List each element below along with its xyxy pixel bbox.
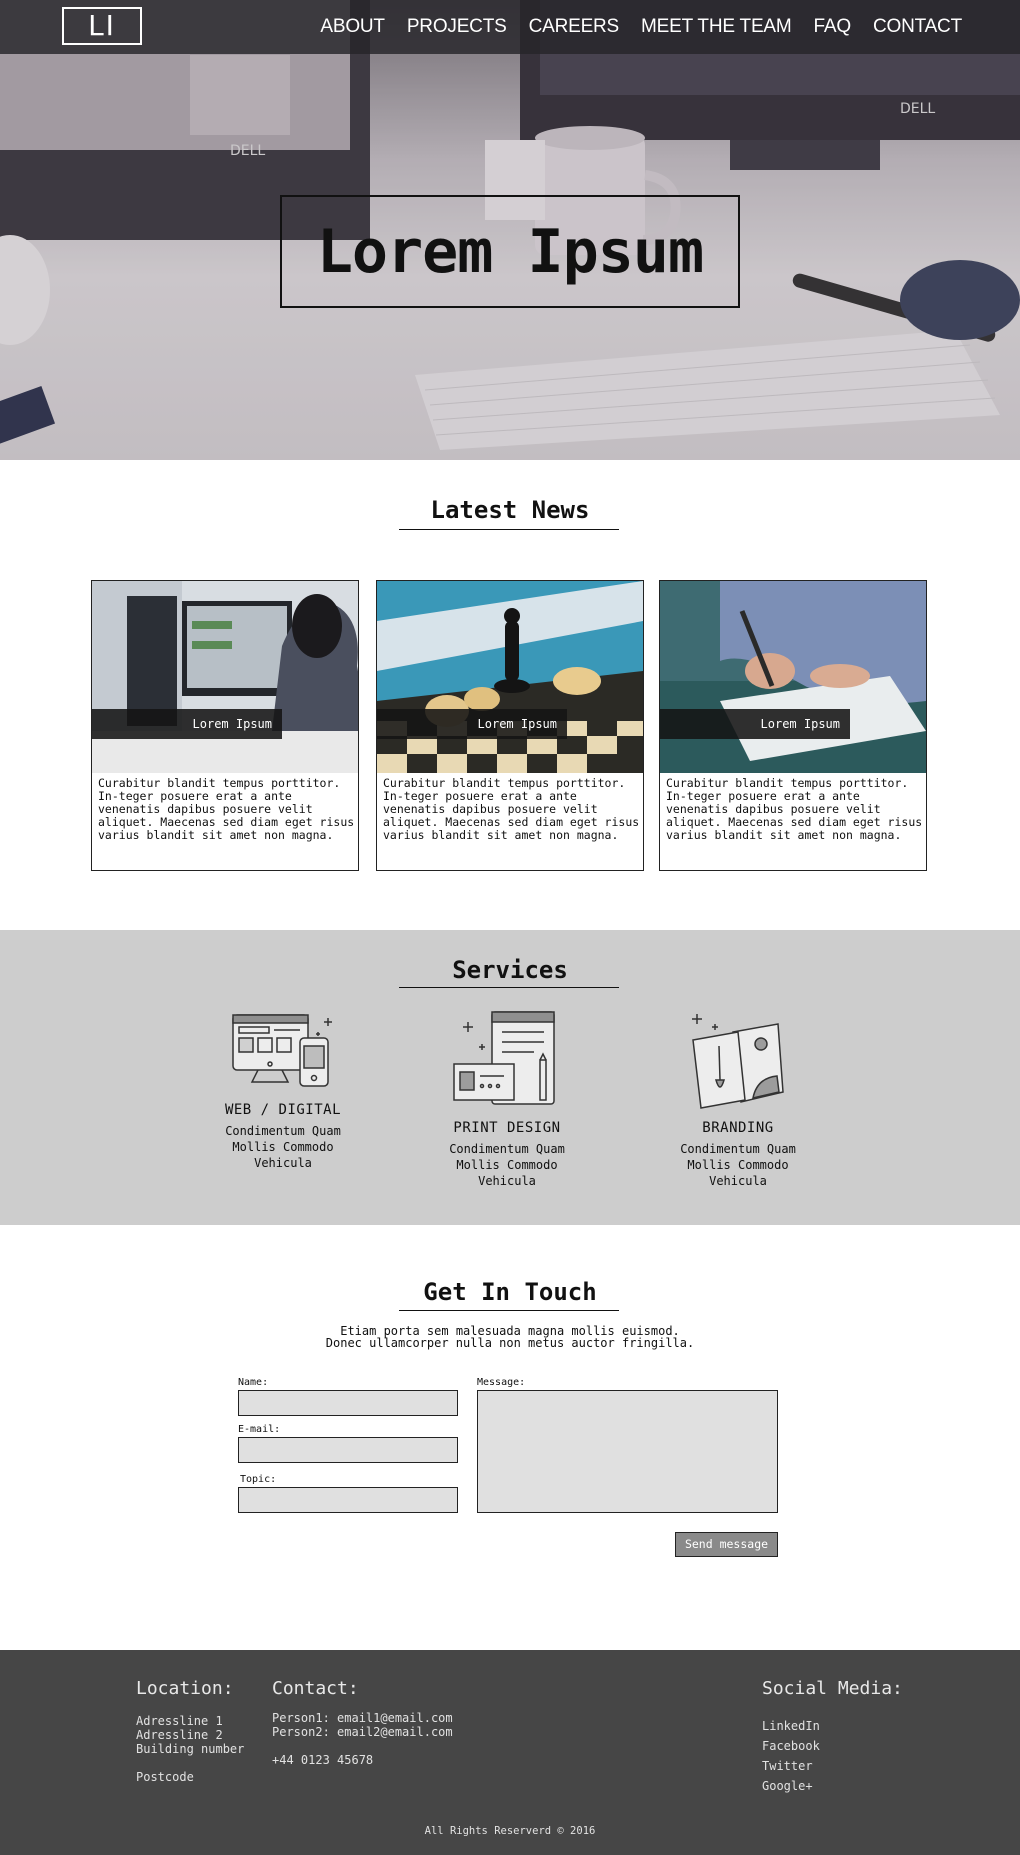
news-card-image (660, 581, 926, 773)
location-heading: Location: (136, 1678, 234, 1699)
logo[interactable]: LI (62, 7, 142, 45)
branding-icon (692, 1014, 784, 1109)
address-line: Adressline 1 (136, 1714, 223, 1728)
contact-intro: Etiam porta sem malesuada magna mollis e… (0, 1325, 1020, 1349)
service-desc-line: Mollis Commodo (456, 1158, 558, 1172)
phone-number[interactable]: +44 0123 45678 (272, 1753, 453, 1767)
contact-person-email[interactable]: Person1: email1@email.com (272, 1711, 453, 1725)
nav-contact[interactable]: CONTACT (873, 16, 962, 38)
news-card-image (92, 581, 358, 773)
name-field[interactable] (238, 1390, 458, 1416)
service-desc-line: Vehicula (478, 1174, 536, 1188)
news-title-underline (399, 529, 619, 530)
contact-title-underline (399, 1310, 619, 1311)
email-label: E-mail: (238, 1424, 281, 1435)
news-card[interactable]: Lorem Ipsum Curabitur blandit tempus por… (376, 580, 644, 871)
nav-faq[interactable]: FAQ (814, 16, 852, 38)
news-card[interactable]: Lorem Ipsum Curabitur blandit tempus por… (91, 580, 359, 871)
topic-field[interactable] (238, 1487, 458, 1513)
postcode: Postcode (136, 1770, 194, 1784)
service-title: WEB / DIGITAL (224, 1102, 342, 1118)
email-field[interactable] (238, 1437, 458, 1463)
contact-person-email[interactable]: Person2: email2@email.com (272, 1725, 453, 1739)
service-desc-line: Condimentum Quam (680, 1142, 796, 1156)
social-link-linkedin[interactable]: LinkedIn (762, 1716, 820, 1736)
service-description: Condimentum Quam Mollis Commodo Vehicula (638, 1141, 838, 1189)
service-description: Condimentum Quam Mollis Commodo Vehicula (407, 1141, 607, 1189)
news-card-label: Lorem Ipsum (660, 709, 850, 739)
nav-projects[interactable]: PROJECTS (407, 16, 507, 38)
service-print-design[interactable]: PRINT DESIGN Condimentum Quam Mollis Com… (407, 1010, 607, 1189)
print-design-icon (453, 1011, 555, 1105)
service-web-digital[interactable]: WEB / DIGITAL Condimentum Quam Mollis Co… (183, 1010, 383, 1171)
message-field[interactable] (477, 1390, 778, 1513)
address-block: Adressline 1 Adressline 2 Building numbe… (136, 1714, 244, 1784)
message-label: Message: (477, 1377, 526, 1388)
nav-careers[interactable]: CAREERS (529, 16, 620, 38)
contact-heading: Contact: (272, 1678, 359, 1699)
service-title: PRINT DESIGN (453, 1120, 561, 1136)
nav-menu: ABOUT PROJECTS CAREERS MEET THE TEAM FAQ… (320, 0, 962, 54)
news-card-label: Lorem Ipsum (377, 709, 567, 739)
nav-about[interactable]: ABOUT (320, 16, 385, 38)
news-card[interactable]: Lorem Ipsum Curabitur blandit tempus por… (659, 580, 927, 871)
footer: Location: Adressline 1 Adressline 2 Buil… (0, 1650, 1020, 1855)
nav-meet-the-team[interactable]: MEET THE TEAM (641, 16, 792, 38)
topic-label: Topic: (240, 1474, 277, 1485)
social-link-twitter[interactable]: Twitter (762, 1756, 820, 1776)
social-link-facebook[interactable]: Facebook (762, 1736, 820, 1756)
service-desc-line: Vehicula (254, 1156, 312, 1170)
service-desc-line: Vehicula (709, 1174, 767, 1188)
address-line: Building number (136, 1742, 245, 1756)
news-card-text: Curabitur blandit tempus porttitor. In-t… (98, 776, 355, 842)
service-desc-line: Condimentum Quam (225, 1124, 341, 1138)
news-card-image (377, 581, 643, 773)
services-section: Services WEB / DIGITAL Condimentum Quam … (0, 930, 1020, 1225)
service-description: Condimentum Quam Mollis Commodo Vehicula (183, 1123, 383, 1171)
hero-title-box: Lorem Ipsum (280, 195, 740, 308)
social-media-heading: Social Media: (762, 1678, 903, 1699)
news-title: Latest News (430, 496, 590, 524)
name-label: Name: (238, 1377, 269, 1388)
social-links: LinkedIn Facebook Twitter Google+ (762, 1716, 820, 1796)
hero-section: DELL DELL LI ABOUT PROJECTS CAREERS MEET… (0, 0, 1020, 460)
news-card-text: Curabitur blandit tempus porttitor. In-t… (666, 776, 923, 842)
contact-title: Get In Touch (423, 1278, 597, 1306)
service-branding[interactable]: BRANDING Condimentum Quam Mollis Commodo… (638, 1010, 838, 1189)
contact-block: Person1: email1@email.com Person2: email… (272, 1711, 453, 1767)
service-desc-line: Mollis Commodo (232, 1140, 334, 1154)
top-navigation: LI ABOUT PROJECTS CAREERS MEET THE TEAM … (0, 0, 1020, 54)
social-link-google-plus[interactable]: Google+ (762, 1776, 820, 1796)
news-card-text: Curabitur blandit tempus porttitor. In-t… (383, 776, 640, 842)
service-title: BRANDING (702, 1120, 774, 1136)
copyright: All Rights Reserverd © 2016 (424, 1825, 596, 1837)
contact-intro-line: Donec ullamcorper nulla non metus auctor… (325, 1336, 695, 1350)
service-desc-line: Condimentum Quam (449, 1142, 565, 1156)
services-title: Services (452, 956, 568, 984)
address-line: Adressline 2 (136, 1728, 223, 1742)
news-card-label: Lorem Ipsum (92, 709, 282, 739)
service-desc-line: Mollis Commodo (687, 1158, 789, 1172)
hero-title: Lorem Ipsum (316, 216, 704, 287)
send-message-button[interactable]: Send message (675, 1532, 778, 1557)
services-title-underline (399, 987, 619, 988)
web-digital-icon (232, 1014, 332, 1087)
